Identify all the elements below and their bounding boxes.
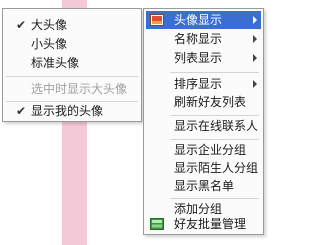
menu-separator — [170, 198, 259, 199]
checkmark-icon: ✔ — [16, 18, 27, 32]
batch-manage-icon — [150, 218, 164, 230]
menu-item-label: 名称显示 — [174, 32, 223, 46]
menu-item-label: 标准头像 — [31, 56, 80, 70]
menu-item-label: 显示黑名单 — [174, 179, 235, 193]
menu-separator — [6, 76, 138, 77]
menu-item-sort-display[interactable]: 排序显示 — [144, 75, 263, 93]
submenu-arrow-icon — [253, 80, 257, 88]
menu-item-label: 排序显示 — [174, 77, 223, 91]
submenu-arrow-icon — [253, 16, 257, 24]
menu-separator — [170, 72, 259, 73]
menu-item-label: 刷新好友列表 — [174, 95, 247, 109]
checkmark-icon: ✔ — [16, 104, 27, 118]
submenu-arrow-icon — [253, 54, 257, 62]
menu-item-label: 好友批量管理 — [174, 217, 247, 231]
menu-item-label: 头像显示 — [174, 13, 223, 27]
menu-item-refresh-friends[interactable]: 刷新好友列表 — [144, 93, 263, 111]
menu-item-show-my-avatar[interactable]: ✔ 显示我的头像 — [3, 102, 141, 120]
menu-item-name-display[interactable]: 名称显示 — [144, 30, 263, 48]
menu-item-show-enterprise-groups[interactable]: 显示企业分组 — [144, 141, 263, 159]
menu-item-label: 显示陌生人分组 — [174, 161, 259, 175]
menu-item-label: 显示我的头像 — [31, 104, 104, 118]
menu-item-list-display[interactable]: 列表显示 — [144, 49, 263, 67]
menu-item-standard-avatar[interactable]: 标准头像 — [3, 54, 141, 72]
menu-item-batch-friend-management[interactable]: 好友批量管理 — [144, 215, 263, 233]
menu-item-label: 选中时显示大头像 — [31, 82, 128, 96]
menu-item-label: 列表显示 — [174, 51, 223, 65]
menu-item-show-stranger-group[interactable]: 显示陌生人分组 — [144, 159, 263, 177]
menu-item-label: 小头像 — [31, 37, 68, 51]
menu-item-show-blacklist[interactable]: 显示黑名单 — [144, 177, 263, 195]
avatar-display-submenu: ✔ 大头像 小头像 标准头像 选中时显示大头像 ✔ 显示我的头像 — [2, 8, 142, 122]
menu-item-large-avatar[interactable]: ✔ 大头像 — [3, 16, 141, 34]
menu-item-avatar-display[interactable]: 头像显示 — [144, 11, 263, 29]
menu-item-label: 显示在线联系人 — [174, 119, 259, 133]
buddy-list-context-menu: 头像显示 名称显示 列表显示 排序显示 刷新好友列表 显示在线联系人 显示企业分… — [143, 8, 264, 235]
menu-item-show-online-contacts[interactable]: 显示在线联系人 — [144, 117, 263, 135]
menu-separator — [170, 139, 259, 140]
menu-item-small-avatar[interactable]: 小头像 — [3, 35, 141, 53]
menu-separator — [170, 115, 259, 116]
menu-item-show-large-avatar-on-select: 选中时显示大头像 — [3, 80, 141, 98]
avatar-picture-icon — [150, 14, 164, 26]
submenu-arrow-icon — [253, 35, 257, 43]
menu-item-label: 大头像 — [31, 18, 68, 32]
menu-item-label: 显示企业分组 — [174, 143, 247, 157]
